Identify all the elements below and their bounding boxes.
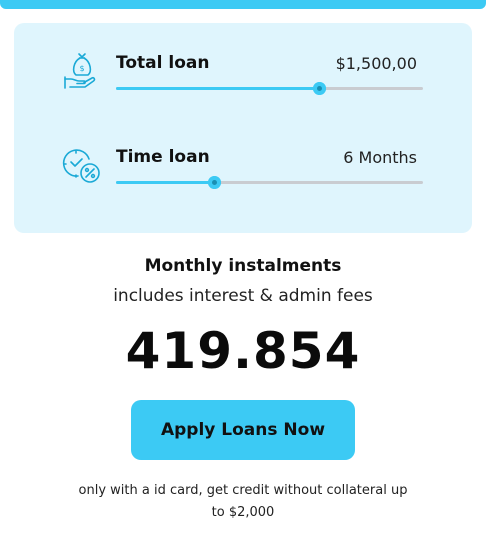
monthly-instalments-title: Monthly instalments bbox=[144, 256, 342, 276]
slider-fill bbox=[116, 181, 215, 184]
total-loan-row: $ Total loan $1,500,00 bbox=[14, 49, 472, 109]
credit-note: only with a id card, get credit without … bbox=[78, 483, 408, 520]
svg-text:$: $ bbox=[79, 64, 84, 73]
apply-loans-button[interactable]: Apply Loans Now bbox=[131, 400, 355, 460]
total-loan-label: Total loan bbox=[116, 53, 210, 73]
time-loan-value: 6 Months bbox=[343, 148, 417, 167]
clock-percent-icon bbox=[62, 145, 102, 185]
total-loan-slider[interactable] bbox=[116, 82, 423, 95]
slider-thumb[interactable] bbox=[312, 82, 326, 95]
slider-fill bbox=[116, 87, 319, 90]
monthly-amount: 419.854 bbox=[125, 322, 361, 380]
monthly-instalments-subtitle: includes interest & admin fees bbox=[113, 286, 373, 306]
loan-calculator-page: $ Total loan $1,500,00 Time loan 6 Month… bbox=[0, 0, 486, 535]
time-loan-row: Time loan 6 Months bbox=[14, 143, 472, 203]
slider-thumb[interactable] bbox=[208, 176, 222, 189]
loan-calculator-card: $ Total loan $1,500,00 Time loan 6 Month… bbox=[14, 23, 472, 233]
time-loan-label: Time loan bbox=[116, 147, 210, 167]
time-loan-slider[interactable] bbox=[116, 176, 423, 189]
money-bag-hand-icon: $ bbox=[62, 51, 102, 91]
top-accent-bar bbox=[0, 0, 486, 9]
total-loan-value: $1,500,00 bbox=[335, 54, 417, 73]
